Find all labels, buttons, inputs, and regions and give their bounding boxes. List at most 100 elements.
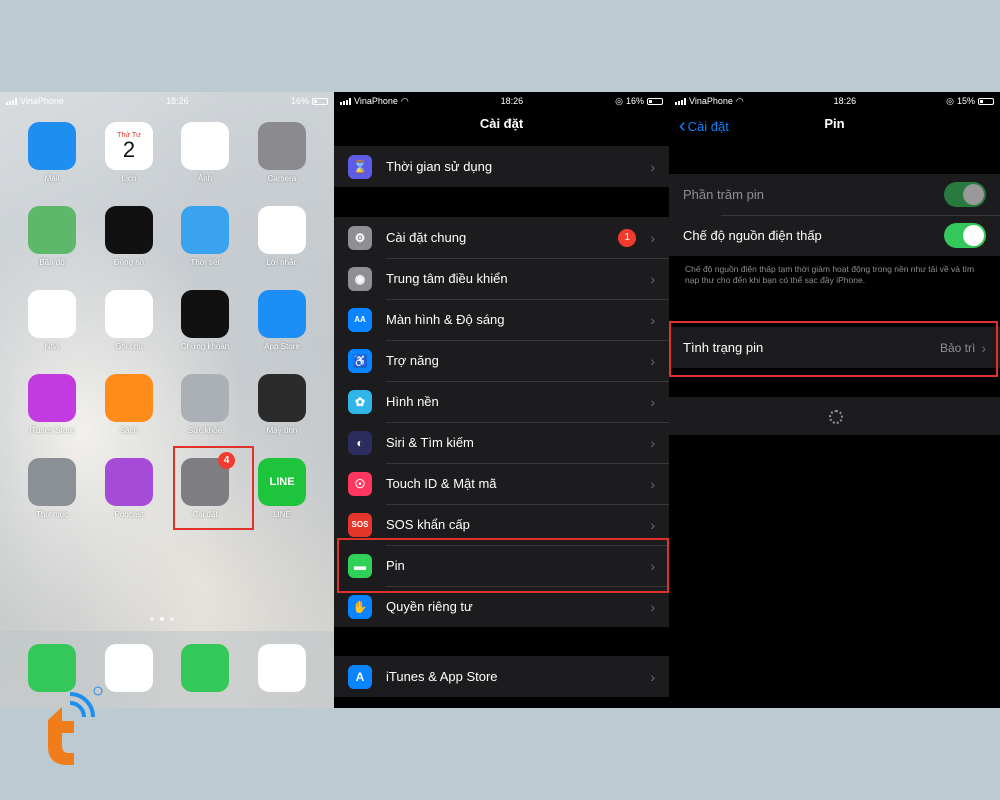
- app-notes[interactable]: Ghi chú: [99, 290, 159, 351]
- settings-row-display[interactable]: AA Màn hình & Độ sáng ›: [334, 299, 669, 340]
- folder-icon: [28, 458, 76, 506]
- app-line[interactable]: LINE LINE: [252, 458, 312, 519]
- app-clock[interactable]: Đồng hồ: [99, 206, 159, 267]
- app-label: Mail: [44, 174, 60, 183]
- settings-row-label: iTunes & App Store: [386, 669, 498, 684]
- settings-row-label: Quyền riêng tư: [386, 599, 473, 614]
- app-maps[interactable]: Bản đồ: [22, 206, 82, 267]
- carrier: VinaPhone: [354, 96, 398, 106]
- battery-toggles-group: Phần trăm pin Chế độ nguồn điện thấp: [669, 174, 1000, 256]
- signal-icon: [675, 97, 686, 105]
- app-label: Podcast: [114, 510, 144, 519]
- settings-row-gear[interactable]: ⚙ Cài đặt chung 1 ›: [334, 217, 669, 258]
- page-title: Pin: [824, 116, 845, 131]
- sos-icon: SOS: [348, 512, 372, 537]
- app-weather[interactable]: Thời tiết: [175, 206, 235, 267]
- battery-row-highlight-box: [337, 538, 669, 593]
- wifi-icon: ◠: [400, 95, 409, 106]
- chevron-right-icon: ›: [650, 311, 655, 328]
- app-mail[interactable]: Mail: [22, 122, 82, 183]
- battery-status-icon: [646, 97, 663, 105]
- battery-percent: 16%: [625, 96, 644, 106]
- control-center-icon: ◉: [348, 266, 372, 291]
- notes-icon: [105, 290, 153, 338]
- lock-rotation-icon: ◎: [946, 95, 954, 106]
- app-label: Thời tiết: [190, 258, 220, 267]
- calendar-date: 2: [122, 136, 136, 162]
- app-health-folder[interactable]: Sức khỏe: [175, 374, 235, 435]
- brand-logo: [48, 686, 103, 765]
- status-bar: VinaPhone 18:26 16%: [0, 92, 334, 110]
- app-label: Máy tính: [266, 426, 298, 435]
- settings-group-store: AiTunes & App Store ›: [334, 656, 669, 697]
- wifi-icon: ◠: [735, 95, 744, 106]
- app-label: Lời nhắc: [266, 258, 298, 267]
- app-itunes-store[interactable]: iTunes Store: [22, 374, 82, 435]
- home-screen: VinaPhone 18:26 16% Mail Thứ Tư 2 Lịch Ảnh Ca…: [0, 92, 334, 708]
- app-label: LINE: [273, 510, 291, 519]
- carrier: VinaPhone: [20, 96, 64, 106]
- low-power-row: Chế độ nguồn điện thấp: [669, 215, 1000, 256]
- app-label: Thư mục: [35, 510, 69, 519]
- settings-row-app-store[interactable]: AiTunes & App Store ›: [334, 656, 669, 697]
- battery-percent: 15%: [956, 96, 975, 106]
- dock-music[interactable]: [252, 644, 312, 692]
- chevron-right-icon: ›: [650, 393, 655, 410]
- app-label: App Store: [264, 342, 300, 351]
- settings-row-hourglass[interactable]: ⌛ Thời gian sử dụng ›: [334, 146, 669, 187]
- calculator-icon: [258, 374, 306, 422]
- settings-row-fingerprint[interactable]: ☉ Touch ID & Mật mã ›: [334, 463, 669, 504]
- chevron-right-icon: ›: [650, 516, 655, 533]
- accessibility-icon: ♿: [348, 348, 372, 373]
- chevron-right-icon: ›: [650, 598, 655, 615]
- settings-row-siri[interactable]: ◐ Siri & Tìm kiếm ›: [334, 422, 669, 463]
- signal-icon: [6, 97, 17, 105]
- dock-safari[interactable]: [99, 644, 159, 692]
- messages-icon: [181, 644, 229, 692]
- app-calculator[interactable]: Máy tính: [252, 374, 312, 435]
- battery-percentage-toggle[interactable]: [944, 182, 986, 207]
- clock-icon: [105, 206, 153, 254]
- books-icon: [105, 374, 153, 422]
- app-camera[interactable]: Camera: [252, 122, 312, 183]
- app-home[interactable]: Nhà: [22, 290, 82, 351]
- app-folder[interactable]: Thư mục: [22, 458, 82, 519]
- settings-row-label: Trung tâm điều khiển: [386, 271, 508, 286]
- app-reminders[interactable]: Lời nhắc: [252, 206, 312, 267]
- app-label: Đồng hồ: [113, 258, 145, 267]
- battery-status-icon: [311, 97, 328, 105]
- page-title: Cài đặt: [479, 116, 524, 131]
- status-bar: VinaPhone ◠ 18:26 ◎ 16%: [334, 92, 669, 110]
- itunes-store-icon: [28, 374, 76, 422]
- app-books[interactable]: Sách: [99, 374, 159, 435]
- app-podcast[interactable]: Podcast: [99, 458, 159, 519]
- app-calendar[interactable]: Thứ Tư 2 Lịch: [99, 122, 159, 183]
- dock-messages[interactable]: [175, 644, 235, 692]
- app-photos[interactable]: Ảnh: [175, 122, 235, 183]
- low-power-toggle[interactable]: [944, 223, 986, 248]
- app-label: Bản đồ: [39, 258, 65, 267]
- settings-highlight-box: [173, 446, 254, 530]
- notification-badge: 1: [618, 228, 637, 247]
- fingerprint-icon: ☉: [348, 471, 372, 496]
- settings-row-accessibility[interactable]: ♿ Trợ năng ›: [334, 340, 669, 381]
- chevron-right-icon: ›: [650, 434, 655, 451]
- line-icon: LINE: [258, 458, 306, 506]
- settings-row-control-center[interactable]: ◉ Trung tâm điều khiển ›: [334, 258, 669, 299]
- podcast-icon: [105, 458, 153, 506]
- lock-rotation-icon: ◎: [615, 95, 623, 106]
- app-label: Ghi chú: [115, 342, 143, 351]
- chevron-right-icon: ›: [650, 668, 655, 685]
- settings-row-wallpaper[interactable]: ✿ Hình nền ›: [334, 381, 669, 422]
- app-app-store[interactable]: App Store: [252, 290, 312, 351]
- clock-time: 18:26: [833, 96, 857, 106]
- battery-screen: VinaPhone ◠ 18:26 ◎ 15% ‹ Cài đặt Pin Ph…: [669, 92, 1000, 708]
- low-power-label: Chế độ nguồn điện thấp: [683, 228, 822, 243]
- clock-time: 18:26: [500, 96, 524, 106]
- app-store-icon: [258, 290, 306, 338]
- app-label: iTunes Store: [29, 426, 75, 435]
- app-stocks[interactable]: Chứng khoán: [175, 290, 235, 351]
- chevron-right-icon: ›: [650, 352, 655, 369]
- app-glyph: LINE: [269, 476, 295, 488]
- siri-icon: ◐: [348, 430, 372, 455]
